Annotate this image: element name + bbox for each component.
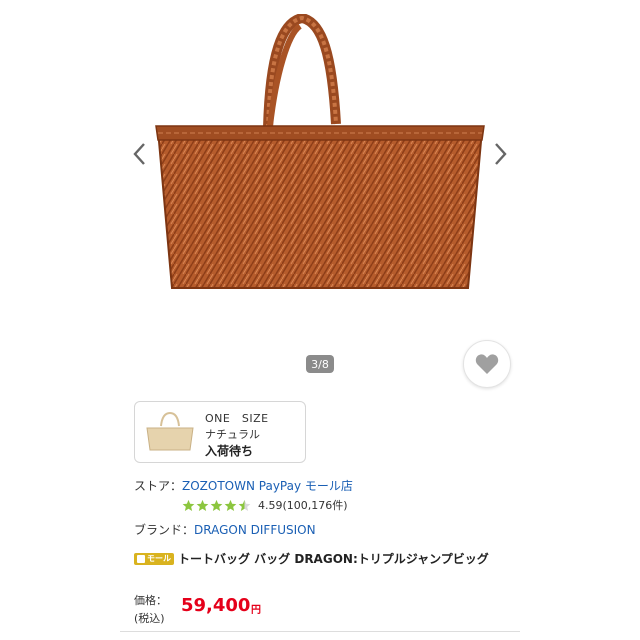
price-value: 59,400 bbox=[181, 595, 251, 616]
brand-row: ブランド：DRAGON DIFFUSION bbox=[134, 521, 316, 538]
store-link[interactable]: ZOZOTOWN PayPay モール店 bbox=[182, 479, 353, 493]
heart-icon bbox=[475, 354, 499, 374]
chevron-right-icon[interactable] bbox=[488, 140, 512, 168]
tax-included-label: (税込) bbox=[134, 612, 165, 625]
variant-color: ナチュラル bbox=[205, 428, 260, 441]
star-icon bbox=[210, 499, 223, 511]
brand-link[interactable]: DRAGON DIFFUSION bbox=[194, 523, 316, 537]
mall-badge-label: モール bbox=[147, 554, 171, 563]
store-rating: 4.59(100,176件) bbox=[182, 497, 348, 513]
variant-stock-status: 入荷待ち bbox=[205, 444, 254, 458]
price-unit: 円 bbox=[251, 605, 261, 616]
favorite-button[interactable] bbox=[463, 340, 511, 388]
star-icon bbox=[224, 499, 237, 511]
rating-stars bbox=[182, 499, 252, 512]
star-icon bbox=[182, 499, 195, 511]
product-title: トートバッグ バッグ DRAGON:トリプルジャンプビッグ bbox=[178, 552, 489, 566]
product-title-row: モール トートバッグ バッグ DRAGON:トリプルジャンプビッグ bbox=[134, 550, 489, 567]
product-image-gallery[interactable] bbox=[0, 0, 640, 340]
store-label: ストア： bbox=[134, 479, 183, 493]
store-row: ストア：ZOZOTOWN PayPay モール店 bbox=[134, 477, 353, 494]
mall-badge: モール bbox=[134, 552, 174, 565]
brand-label: ブランド： bbox=[134, 523, 195, 537]
price-label: 価格： bbox=[134, 594, 167, 607]
divider bbox=[120, 631, 520, 632]
half-star-icon bbox=[238, 499, 251, 511]
variant-thumbnail bbox=[146, 411, 194, 451]
product-image-basket-bag bbox=[155, 14, 485, 289]
chevron-left-icon[interactable] bbox=[128, 140, 152, 168]
variant-option-card[interactable]: ONE SIZE ナチュラル 入荷待ち bbox=[134, 401, 306, 463]
image-counter: 3/8 bbox=[306, 355, 334, 373]
mall-badge-icon bbox=[137, 554, 145, 563]
variant-size: ONE SIZE bbox=[205, 412, 269, 425]
rating-text: 4.59(100,176件) bbox=[258, 499, 348, 512]
star-icon bbox=[196, 499, 209, 511]
